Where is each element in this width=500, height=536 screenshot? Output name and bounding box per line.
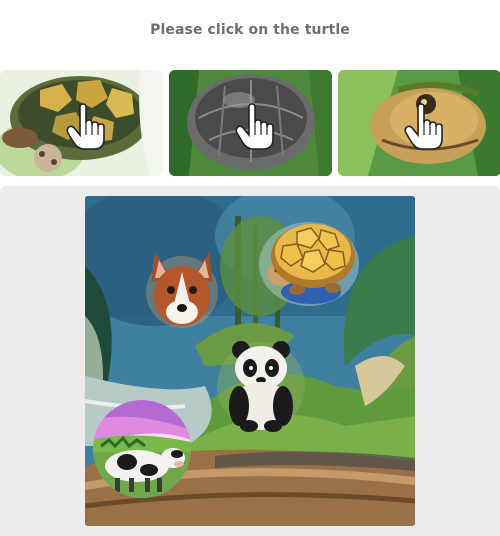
cow-image[interactable] [93,400,191,498]
example-images [0,70,500,176]
hand-pointer-icon [234,103,274,150]
dog-face [146,252,218,328]
captcha-prompt: Please click on the turtle [150,22,350,38]
cow-figure [93,400,191,498]
turtle-figure [259,222,359,306]
hand-pointer-icon [65,103,105,150]
captcha-widget: Please click on the turtle [0,0,500,536]
hand-pointer-icon [403,103,443,150]
example-image-3 [338,70,500,176]
challenge-image[interactable] [85,196,415,526]
panda-image[interactable] [213,336,309,432]
example-image-2 [169,70,332,176]
example-image-1 [0,70,163,176]
turtle-image[interactable] [257,214,361,308]
panda-figure [217,341,305,432]
dog-image[interactable] [143,248,221,330]
